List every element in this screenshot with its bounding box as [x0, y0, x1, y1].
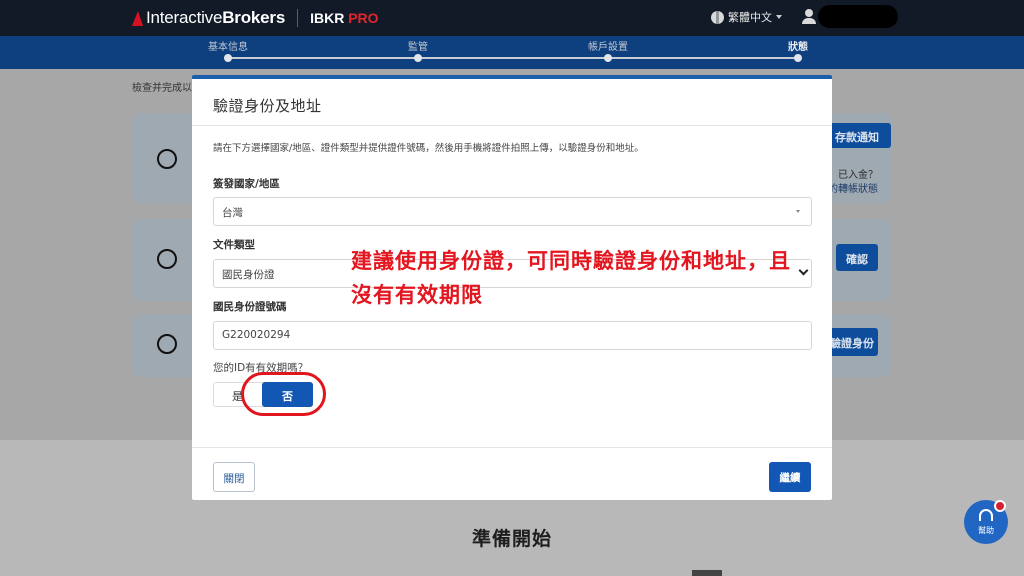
- onboarding-progress-bar: 基本信息 監管 帳戶設置 狀態: [0, 36, 1024, 69]
- language-selector[interactable]: 繁體中文: [711, 9, 782, 25]
- id-number-value: G220020294: [222, 329, 291, 341]
- step-label: 帳戶設置: [588, 42, 628, 53]
- modal-header: 驗證身份及地址: [192, 79, 832, 126]
- top-nav-bar: InteractiveBrokers IBKR PRO 繁體中文: [0, 0, 1024, 36]
- task-status-circle: [157, 149, 177, 169]
- step-label: 監管: [408, 42, 428, 53]
- step-account-setup[interactable]: 帳戶設置: [553, 38, 663, 62]
- decorative-shape: [692, 570, 722, 576]
- background-instruction-text: 檢查并完成以: [132, 83, 192, 94]
- task-status-circle: [157, 249, 177, 269]
- headset-icon: [979, 509, 993, 521]
- globe-icon: [711, 10, 724, 24]
- recommendation-annotation: 建議使用身份證，可同時驗證身份和地址，且沒有有效期限: [351, 249, 791, 307]
- ibkr-logo[interactable]: InteractiveBrokers IBKR PRO: [132, 8, 379, 28]
- step-dot: [224, 54, 232, 62]
- country-select[interactable]: 台灣: [213, 197, 812, 226]
- id-number-input[interactable]: G220020294: [213, 321, 812, 350]
- product-name: IBKR PRO: [310, 10, 379, 26]
- logo-divider: [297, 9, 299, 27]
- caret-down-icon: [776, 15, 782, 19]
- step-dot: [604, 54, 612, 62]
- document-type-value: 國民身份證: [222, 269, 275, 281]
- document-type-label: 文件類型: [213, 239, 255, 251]
- red-highlight-circle: [241, 372, 326, 416]
- step-label: 狀態: [788, 42, 808, 53]
- progress-track: [228, 57, 798, 59]
- step-basic-info[interactable]: 基本信息: [173, 38, 283, 62]
- modal-intro-text: 請在下方選擇國家/地區、證件類型并提供證件號碼，然後用手機將證件拍照上傳，以驗證…: [213, 143, 644, 154]
- verify-identity-button[interactable]: 驗證身份: [826, 328, 878, 356]
- brand-name: InteractiveBrokers: [146, 8, 286, 27]
- deposit-notice-button[interactable]: 存款通知: [823, 123, 891, 148]
- user-icon[interactable]: [802, 9, 816, 24]
- step-label: 基本信息: [208, 42, 248, 53]
- step-regulatory[interactable]: 監管: [363, 38, 473, 62]
- close-button[interactable]: 關閉: [213, 462, 255, 492]
- modal-footer-divider: [192, 447, 832, 448]
- step-dot: [414, 54, 422, 62]
- id-number-label: 國民身份證號碼: [213, 301, 287, 313]
- continue-button[interactable]: 繼續: [769, 462, 811, 492]
- redacted-username[interactable]: [818, 5, 898, 28]
- step-dot: [794, 54, 802, 62]
- chevron-down-icon: [798, 265, 809, 276]
- confirm-button[interactable]: 確認: [836, 244, 878, 271]
- country-label: 簽發國家/地區: [213, 178, 280, 190]
- dropdown-arrow-icon: [796, 210, 800, 213]
- get-started-heading: 準備開始: [471, 528, 552, 550]
- help-label: 幫助: [978, 526, 994, 535]
- modal-title: 驗證身份及地址: [213, 97, 322, 115]
- notification-badge: [994, 500, 1006, 512]
- task-status-circle: [157, 334, 177, 354]
- language-label: 繁體中文: [728, 11, 772, 24]
- step-status[interactable]: 狀態: [743, 38, 853, 62]
- country-select-value: 台灣: [222, 207, 243, 219]
- flame-logo-icon: [132, 9, 143, 27]
